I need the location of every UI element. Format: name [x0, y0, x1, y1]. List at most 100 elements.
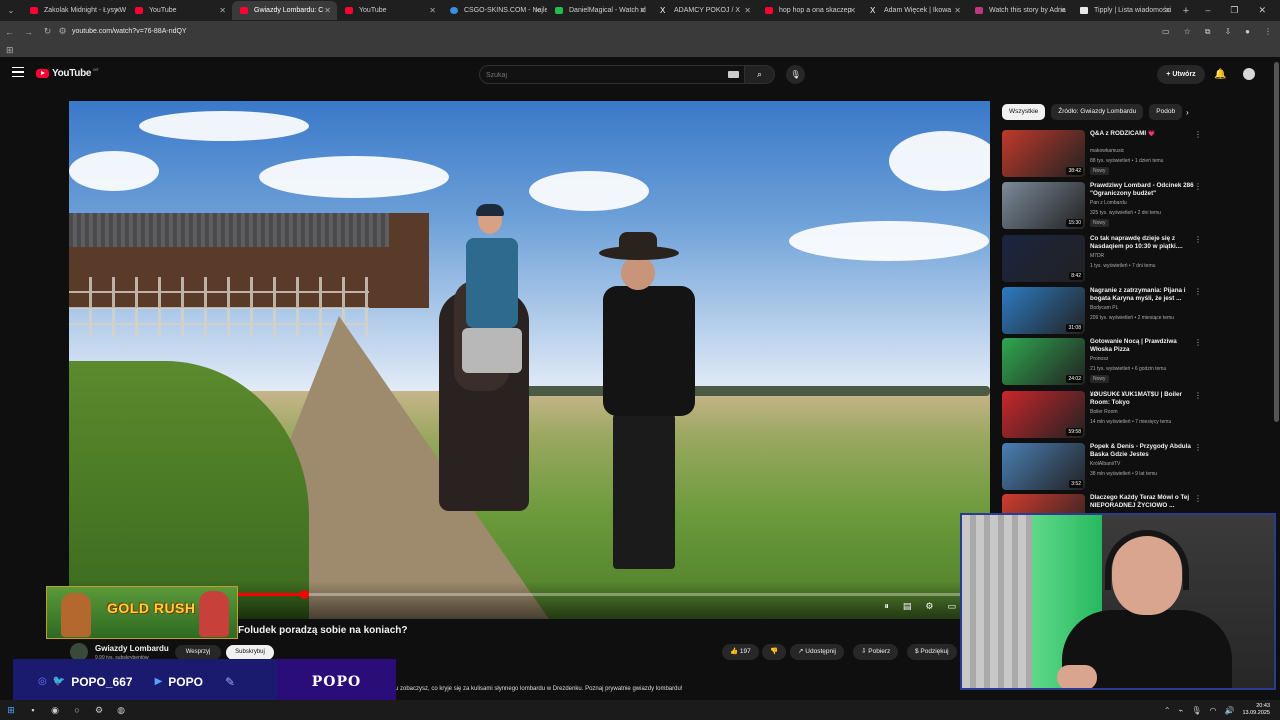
recommended-title[interactable]: Prawdziwy Lombard - Odcinek 286 "Ogranic…	[1090, 182, 1194, 198]
browser-menu-icon[interactable]: ⋮	[1264, 27, 1272, 37]
tab-close-icon[interactable]: ✕	[534, 1, 541, 20]
back-icon[interactable]: ←	[0, 27, 19, 37]
tab-close-icon[interactable]: ✕	[114, 1, 121, 20]
youtube-logo[interactable]: YouTube MT	[36, 67, 99, 79]
voice-search-button[interactable]: 🎙	[786, 65, 805, 84]
tab-close-icon[interactable]: ✕	[744, 1, 751, 20]
progress-scrubber[interactable]	[300, 590, 309, 599]
more-actions-icon[interactable]: ⋮	[1194, 235, 1202, 244]
recommended-title[interactable]: Gotowanie Nocą | Prawdziwa Włoska Pizza	[1090, 338, 1194, 354]
wifi-icon[interactable]: ◠	[1210, 706, 1217, 715]
network-icon[interactable]: ⌁	[1179, 706, 1184, 715]
browser-tab[interactable]: Gwiazdy Lombardu: C ✕	[232, 1, 337, 20]
recommended-title[interactable]: ¥ØUŠUK€ ¥UK1MAT$U | Boiler Room: Tokyo	[1090, 391, 1194, 407]
site-info-icon[interactable]: ⚙	[53, 26, 72, 37]
recommended-video[interactable]: 3:52 Popek & Denis - Przygody Abdula Bask…	[1002, 443, 1202, 491]
tab-close-icon[interactable]: ✕	[429, 1, 436, 20]
recommended-channel[interactable]: Boiler Room	[1090, 409, 1118, 415]
filter-chip[interactable]: Wszystkie	[1002, 104, 1046, 120]
recommended-video[interactable]: 15:30 Prawdziwy Lombard - Odcinek 286 "Og…	[1002, 182, 1202, 230]
notifications-bell-icon[interactable]: 🔔	[1214, 69, 1226, 80]
tab-close-icon[interactable]: ✕	[1164, 1, 1171, 20]
tab-close-icon[interactable]: ✕	[954, 1, 961, 20]
download-button[interactable]: ⇩ Pobierz	[853, 644, 899, 660]
browser-tab[interactable]: Zakolak Midnight - Łysy W ✕	[22, 1, 127, 20]
video-thumbnail[interactable]: 3:52	[1002, 443, 1085, 490]
system-clock[interactable]: 20:43 13.09.2025	[1242, 703, 1270, 717]
thanks-button[interactable]: $ Podziękuj	[907, 644, 957, 660]
discord-icon[interactable]: ◉	[44, 705, 66, 716]
browser-tab[interactable]: YouTube ✕	[127, 1, 232, 20]
bookmark-star-icon[interactable]: ☆	[1184, 27, 1191, 37]
video-description[interactable]: u zobaczysz, co kryje się za kulisami sł…	[395, 686, 682, 692]
tab-close-icon[interactable]: ✕	[219, 1, 226, 20]
video-thumbnail[interactable]: 38:42	[1002, 130, 1085, 177]
chevron-right-icon[interactable]: ›	[1186, 108, 1189, 117]
recommended-channel[interactable]: M7DR	[1090, 253, 1104, 259]
browser-tab[interactable]: Tipply | Lista wiadomości ✕	[1072, 1, 1177, 20]
tab-close-icon[interactable]: ✕	[1059, 1, 1066, 20]
apps-grid-icon[interactable]: ⊞	[6, 45, 14, 56]
recommended-video[interactable]: 24:02 Gotowanie Nocą | Prawdziwa Włoska P…	[1002, 338, 1202, 386]
recommended-channel[interactable]: makowkamusic	[1090, 148, 1124, 154]
more-actions-icon[interactable]: ⋮	[1194, 130, 1202, 139]
create-button[interactable]: + Utwórz	[1157, 65, 1205, 84]
tab-close-icon[interactable]: ✕	[849, 1, 856, 20]
minimize-icon[interactable]: –	[1205, 5, 1210, 16]
browser-tab[interactable]: CSGO-SKINS.COM - Najle ✕	[442, 1, 547, 20]
recommended-video[interactable]: 59:58 ¥ØUŠUK€ ¥UK1MAT$U | Boiler Room: To…	[1002, 391, 1202, 439]
mic-tray-icon[interactable]: 🎙	[1191, 706, 1201, 715]
autoplay-toggle-icon[interactable]: ⏸	[884, 601, 889, 612]
tab-search-button[interactable]: ⌄	[0, 0, 22, 21]
forward-icon[interactable]: →	[19, 27, 38, 37]
recommended-title[interactable]: Q&A z RODZICAMI 💗	[1090, 130, 1194, 138]
like-button[interactable]: 👍 197	[722, 644, 759, 660]
video-thumbnail[interactable]: 31:08	[1002, 287, 1085, 334]
tray-chevron-icon[interactable]: ⌃	[1164, 706, 1171, 715]
tab-close-icon[interactable]: ✕	[639, 1, 646, 20]
channel-name[interactable]: Gwiazdy Lombardu	[95, 644, 169, 653]
browser-tab[interactable]: hop hop a ona skaczep ✕	[757, 1, 862, 20]
share-button[interactable]: ↗ Udostępnij	[790, 644, 844, 660]
browser-tab[interactable]: X Adam Więcek | Ikowa ✕	[862, 1, 967, 20]
search-input[interactable]	[486, 69, 726, 81]
browser-tab[interactable]: X ADAMCY POKOJ / X ✕	[652, 1, 757, 20]
recommended-title[interactable]: Nagranie z zatrzymania: Pijana i bogata …	[1090, 287, 1194, 303]
video-thumbnail[interactable]: 59:58	[1002, 391, 1085, 438]
new-tab-button[interactable]: +	[1177, 5, 1195, 17]
maximize-icon[interactable]: ❐	[1230, 5, 1238, 16]
recommended-video[interactable]: 31:08 Nagranie z zatrzymania: Pijana i bo…	[1002, 287, 1202, 335]
recommended-video[interactable]: 8:42 Co tak naprawdę dzieje się z Nasdaqi…	[1002, 235, 1202, 283]
close-icon[interactable]: ✕	[1258, 5, 1266, 16]
recommended-title[interactable]: Dlaczego Każdy Teraz Mówi o Tej NIEPORAD…	[1090, 494, 1194, 510]
more-actions-icon[interactable]: ⋮	[1194, 182, 1202, 191]
filter-chip[interactable]: Źródło: Gwiazdy Lombardu	[1051, 104, 1144, 120]
dislike-button[interactable]: 👎	[762, 644, 787, 660]
search-button[interactable]: ⌕	[745, 65, 775, 84]
url-field[interactable]: youtube.com/watch?v=76-88A-ndQY	[72, 28, 187, 35]
recommended-title[interactable]: Co tak naprawdę dzieje się z Nasdaqiem p…	[1090, 235, 1194, 251]
recommended-channel[interactable]: KrólAlbaniiTV	[1090, 461, 1120, 467]
download-icon[interactable]: ⇩	[1224, 27, 1231, 37]
start-icon[interactable]: ⊞	[0, 705, 22, 716]
settings-gear-icon[interactable]: ⚙	[925, 601, 933, 612]
page-scrollbar[interactable]	[1274, 62, 1279, 422]
tab-close-icon[interactable]: ✕	[324, 1, 331, 20]
account-avatar[interactable]	[1243, 68, 1255, 80]
recommended-video[interactable]: 38:42 Q&A z RODZICAMI 💗 makowkamusic 88 tys…	[1002, 130, 1202, 178]
subtitles-icon[interactable]: ▤	[903, 601, 912, 612]
opera-icon[interactable]: ○	[66, 705, 88, 715]
extensions-icon[interactable]: ⧉	[1205, 27, 1211, 37]
menu-icon[interactable]	[12, 67, 24, 77]
profile-icon[interactable]: ●	[1245, 27, 1250, 37]
browser-tab[interactable]: YouTube ✕	[337, 1, 442, 20]
more-actions-icon[interactable]: ⋮	[1194, 494, 1202, 503]
more-actions-icon[interactable]: ⋮	[1194, 287, 1202, 296]
more-actions-icon[interactable]: ⋮	[1194, 338, 1202, 347]
more-actions-icon[interactable]: ⋮	[1194, 443, 1202, 452]
theater-mode-icon[interactable]: ▭	[947, 601, 956, 612]
terminal-icon[interactable]: ▪	[22, 705, 44, 715]
video-thumbnail[interactable]: 24:02	[1002, 338, 1085, 385]
chrome-icon[interactable]: ◍	[110, 705, 132, 716]
browser-tab[interactable]: DanielMagical - Watch cl ✕	[547, 1, 652, 20]
